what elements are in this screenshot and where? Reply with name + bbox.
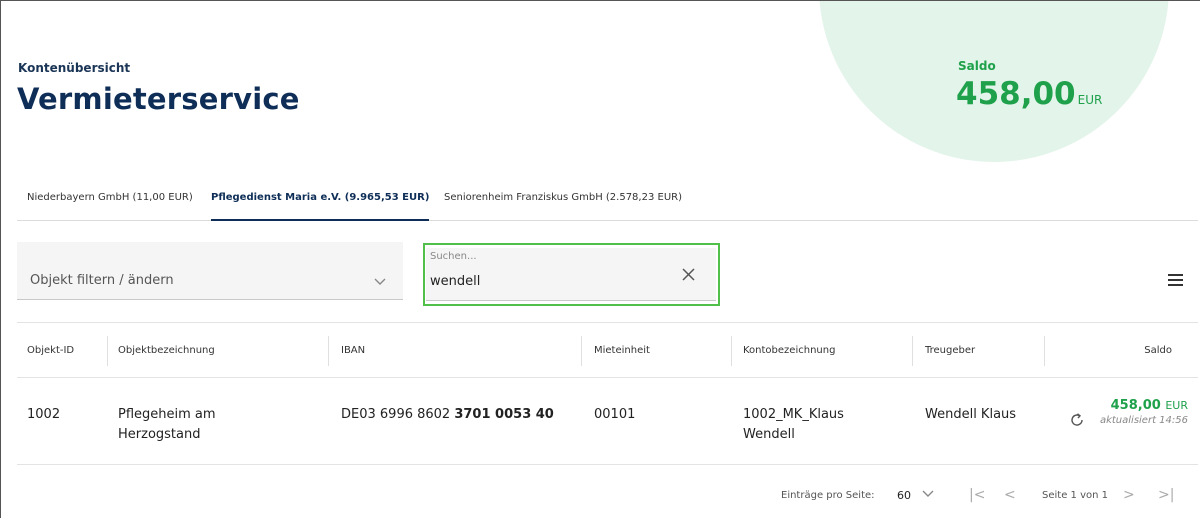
last-page-icon[interactable]: >| <box>1158 487 1174 503</box>
tab-pflegedienst-maria[interactable]: Pflegedienst Maria e.V. (9.965,53 EUR) <box>211 192 430 221</box>
tab-niederbayern[interactable]: Niederbayern GmbH (11,00 EUR) <box>27 192 193 221</box>
column-header-saldo[interactable]: Saldo <box>1144 345 1172 356</box>
column-header-objekt-id[interactable]: Objekt-ID <box>27 345 74 356</box>
column-divider <box>328 336 329 366</box>
app-frame: Kontenübersicht Vermieterservice Saldo 4… <box>0 0 1200 518</box>
tab-seniorenheim-franziskus[interactable]: Seniorenheim Franziskus GmbH (2.578,23 E… <box>444 192 682 221</box>
column-header-mieteinheit[interactable]: Mieteinheit <box>594 345 650 356</box>
column-divider <box>731 336 732 366</box>
cell-saldo: 458,00 EUR aktualisiert 14:56 <box>1100 398 1188 426</box>
column-divider <box>107 336 108 366</box>
cell-objektbezeichnung-line2: Herzogstand <box>118 427 201 442</box>
page-size-label: Einträge pro Seite: <box>781 490 875 501</box>
column-header-objektbezeichnung[interactable]: Objektbezeichnung <box>118 345 215 356</box>
cell-saldo-value: 458,00 <box>1110 398 1161 413</box>
cell-saldo-updated: aktualisiert 14:56 <box>1099 415 1188 426</box>
refresh-icon[interactable] <box>1069 412 1085 433</box>
page-size-select[interactable]: 60 <box>897 489 911 502</box>
search-label: Suchen... <box>430 251 477 262</box>
account-tabs: Niederbayern GmbH (11,00 EUR) Pflegedien… <box>17 184 1198 221</box>
first-page-icon[interactable]: |< <box>969 487 985 503</box>
column-header-kontobezeichnung[interactable]: Kontobezeichnung <box>743 345 835 356</box>
column-divider <box>912 336 913 366</box>
column-header-iban[interactable]: IBAN <box>341 345 365 356</box>
saldo-total-value: 458,00 <box>956 76 1076 112</box>
saldo-total-currency: EUR <box>1077 93 1103 107</box>
saldo-total: 458,00 EUR <box>956 76 1102 112</box>
chevron-down-icon[interactable] <box>922 490 934 501</box>
cell-kontobezeichnung-line2: Wendell <box>743 427 795 442</box>
page-title: Vermieterservice <box>17 82 300 116</box>
pagination: Einträge pro Seite: 60 |< < Seite 1 von … <box>1 487 1200 507</box>
hamburger-icon[interactable] <box>1168 274 1183 286</box>
column-divider <box>1044 336 1045 366</box>
cell-objekt-id: 1002 <box>27 407 61 422</box>
close-icon[interactable] <box>682 266 695 286</box>
prev-page-icon[interactable]: < <box>1004 487 1016 503</box>
cell-iban: DE03 6996 8602 3701 0053 40 <box>341 405 554 425</box>
chevron-down-icon <box>374 276 386 289</box>
search-field: Suchen... <box>426 248 716 301</box>
column-header-treugeber[interactable]: Treugeber <box>925 345 975 356</box>
cell-treugeber: Wendell Klaus <box>925 407 1017 422</box>
cell-saldo-amount: 458,00 EUR <box>1100 398 1188 413</box>
next-page-icon[interactable]: > <box>1123 487 1135 503</box>
cell-objektbezeichnung: Pflegeheim am Herzogstand <box>118 405 216 445</box>
table-row[interactable]: 1002 Pflegeheim am Herzogstand DE03 6996… <box>17 378 1198 465</box>
cell-iban-prefix: DE03 6996 8602 <box>341 407 455 422</box>
table-header: Objekt-ID Objektbezeichnung IBAN Mietein… <box>17 322 1198 378</box>
saldo-label: Saldo <box>958 59 996 73</box>
column-divider <box>581 336 582 366</box>
cell-kontobezeichnung: 1002_MK_Klaus Wendell <box>743 405 844 445</box>
search-input[interactable] <box>430 274 670 289</box>
accounts-table: Objekt-ID Objektbezeichnung IBAN Mietein… <box>17 322 1198 465</box>
object-filter-select[interactable]: Objekt filtern / ändern <box>17 242 403 300</box>
cell-mieteinheit: 00101 <box>594 407 636 422</box>
page-eyebrow: Kontenübersicht <box>18 61 131 75</box>
cell-kontobezeichnung-line1: 1002_MK_Klaus <box>743 407 844 422</box>
object-filter-placeholder: Objekt filtern / ändern <box>30 273 174 288</box>
cell-iban-account: 3701 0053 40 <box>454 407 554 422</box>
cell-saldo-currency: EUR <box>1165 399 1188 412</box>
search-box: Suchen... <box>423 243 720 306</box>
cell-objektbezeichnung-line1: Pflegeheim am <box>118 407 216 422</box>
page-info: Seite 1 von 1 <box>1042 490 1108 501</box>
